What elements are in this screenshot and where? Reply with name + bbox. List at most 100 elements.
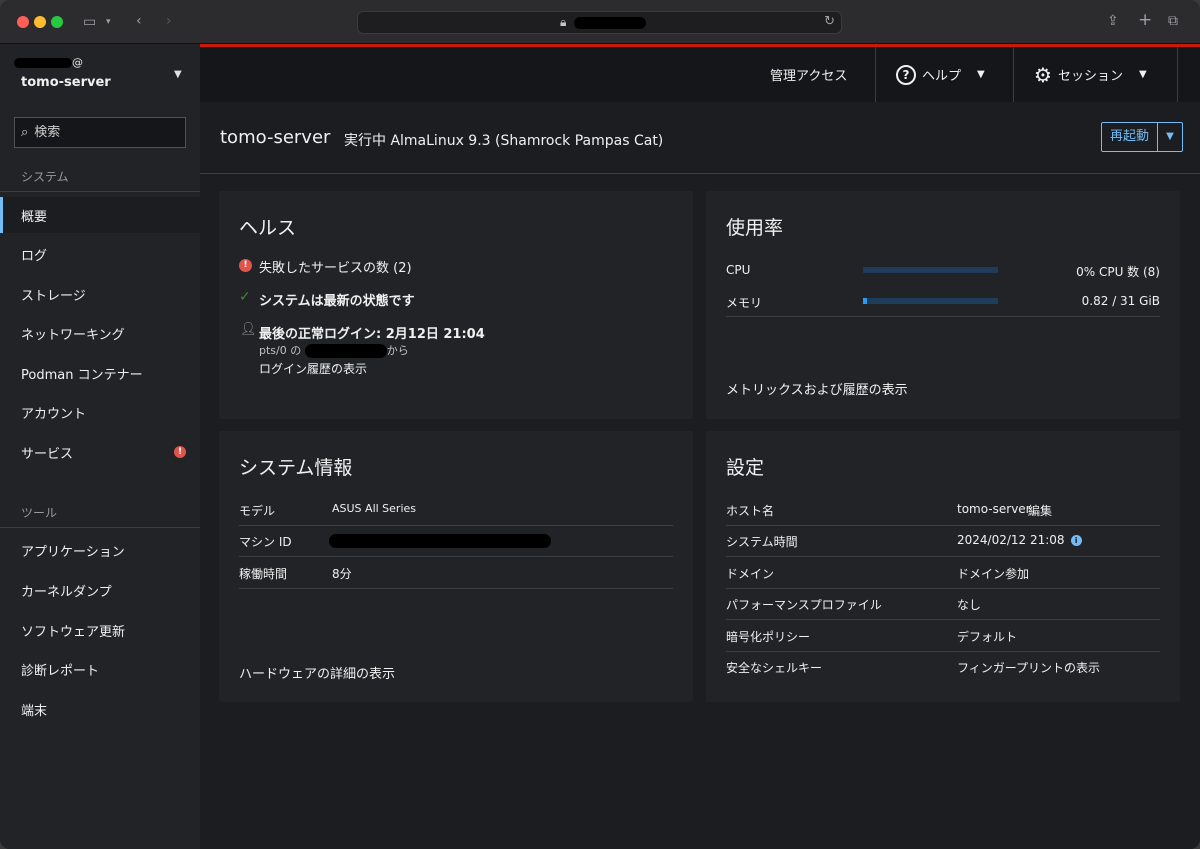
admin-access-button[interactable]: 管理アクセス	[750, 47, 867, 102]
info-icon: i	[1070, 535, 1082, 546]
login-source: pts/0 の から	[259, 342, 409, 358]
nav-item-applications[interactable]: アプリケーション	[0, 532, 200, 568]
memory-value: 0.82 / 31 GiB	[1081, 294, 1160, 308]
nav-item-podman[interactable]: Podman コンテナー	[0, 355, 200, 391]
help-icon: ?	[896, 64, 916, 85]
metrics-history-link[interactable]: メトリックスおよび履歴の表示	[726, 379, 908, 398]
browser-window: ▭ ▾ ‹ › 🔒︎ ↻ ⇪ + ⧉ @ tomo-server ▼ 管理アクセ…	[0, 0, 1200, 849]
nav-item-logs[interactable]: ログ	[0, 236, 200, 272]
divider	[726, 316, 1160, 317]
search-icon: ⌕	[21, 125, 29, 140]
divider	[0, 527, 200, 528]
tab-overview-icon[interactable]: ⧉	[1168, 13, 1178, 29]
divider	[239, 525, 673, 526]
new-tab-icon[interactable]: +	[1138, 12, 1152, 29]
nav-item-terminal[interactable]: 端末	[0, 691, 200, 727]
redacted-username	[14, 58, 72, 68]
section-label-system: システム	[21, 170, 69, 184]
nav-item-overview[interactable]: 概要	[0, 197, 200, 233]
model-label: モデル	[239, 504, 276, 518]
divider	[239, 556, 673, 557]
error-badge-icon: !	[174, 446, 186, 458]
sidebar: ⌕ システム 概要 ログ ストレージ ネットワーキング Podman コンテナー…	[0, 102, 200, 849]
nav-item-label: 概要	[21, 209, 48, 225]
login-history-link[interactable]: ログイン履歴の表示	[259, 360, 367, 377]
cpu-value: 0% CPU 数 (8)	[1076, 265, 1160, 279]
close-window-button[interactable]	[17, 16, 29, 28]
nav-item-label: ストレージ	[21, 288, 86, 304]
nav-item-services[interactable]: サービス !	[0, 434, 200, 470]
nav-item-label: カーネルダンプ	[21, 584, 112, 600]
gear-icon: ⚙	[1034, 62, 1052, 87]
reload-icon[interactable]: ↻	[824, 14, 835, 29]
chevron-down-icon[interactable]: ▾	[106, 14, 111, 30]
nav-item-software-updates[interactable]: ソフトウェア更新	[0, 612, 200, 648]
uptime-label: 稼働時間	[239, 567, 288, 581]
caret-down-icon[interactable]: ▼	[1158, 123, 1182, 151]
host-switcher[interactable]: @ tomo-server ▼	[0, 44, 200, 102]
performance-profile-label: パフォーマンスプロファイル	[726, 598, 882, 612]
sidebar-toggle-icon[interactable]: ▭	[83, 14, 96, 30]
help-menu[interactable]: ? ヘルプ ▼	[875, 47, 1014, 102]
nav-item-storage[interactable]: ストレージ	[0, 276, 200, 312]
ssh-keys-label: 安全なシェルキー	[726, 661, 823, 675]
nav-item-accounts[interactable]: アカウント	[0, 394, 200, 430]
configuration-card: 設定 ホスト名 tomo-server 編集 システム時間 2024/02/12…	[706, 431, 1180, 702]
divider	[726, 588, 1160, 589]
health-card: ヘルス ! 失敗したサービスの数 (2) ✓ システムは最新の状態です 👤︎ 最…	[219, 191, 693, 419]
performance-profile-link[interactable]: なし	[957, 596, 981, 613]
admin-access-label: 管理アクセス	[770, 69, 848, 84]
card-title: 使用率	[726, 217, 784, 239]
hostname-edit-link[interactable]: 編集	[1028, 502, 1052, 519]
session-menu[interactable]: ⚙ セッション ▼	[1013, 47, 1178, 102]
nav-item-label: ソフトウェア更新	[21, 624, 126, 640]
hostname-value: tomo-server	[957, 502, 1031, 516]
page-header: tomo-server 実行中 AlmaLinux 9.3 (Shamrock …	[200, 102, 1200, 174]
hardware-details-link[interactable]: ハードウェアの詳細の表示	[239, 663, 395, 682]
last-login: 最後の正常ログイン: 2月12日 21:04	[259, 327, 485, 342]
search-input[interactable]	[34, 125, 175, 140]
divider	[726, 556, 1160, 557]
restart-button[interactable]: 再起動	[1102, 123, 1159, 151]
help-label: ヘルプ	[922, 69, 962, 84]
share-icon[interactable]: ⇪	[1107, 13, 1119, 29]
forward-icon[interactable]: ›	[166, 13, 172, 29]
login-source-prefix: pts/0 の	[259, 344, 302, 357]
crypto-policy-link[interactable]: デフォルト	[957, 628, 1017, 645]
nav-item-diagnostic-reports[interactable]: 診断レポート	[0, 651, 200, 687]
ssh-fingerprints-link[interactable]: フィンガープリントの表示	[957, 659, 1100, 676]
cockpit-header: @ tomo-server ▼ 管理アクセス ? ヘルプ ▼ ⚙ セッション ▼	[0, 44, 1200, 102]
redacted-ip	[304, 344, 387, 358]
search-box[interactable]: ⌕	[14, 117, 186, 148]
section-label-tools: ツール	[21, 506, 58, 520]
back-icon[interactable]: ‹	[136, 13, 142, 29]
nav-item-networking[interactable]: ネットワーキング	[0, 315, 200, 351]
usage-card: 使用率 CPU 0% CPU 数 (8) メモリ 0.82 / 31 GiB メ…	[706, 191, 1180, 419]
nav-item-label: ログ	[21, 248, 48, 264]
model-value: ASUS All Series	[332, 502, 416, 515]
address-bar[interactable]: 🔒︎ ↻	[357, 11, 842, 34]
host-user: @	[14, 56, 83, 69]
redacted-url	[574, 17, 646, 29]
join-domain-link[interactable]: ドメイン参加	[957, 565, 1029, 582]
restart-split-button: 再起動 ▼	[1101, 122, 1184, 152]
host-name: tomo-server	[21, 75, 111, 90]
minimize-window-button[interactable]	[34, 16, 46, 28]
nav-item-label: アプリケーション	[21, 544, 125, 560]
lock-icon: 🔒︎	[560, 15, 567, 29]
host-user-suffix: @	[72, 56, 83, 69]
caret-down-icon: ▼	[977, 69, 985, 80]
user-icon: 👤︎	[240, 322, 257, 337]
check-icon: ✓	[239, 289, 251, 305]
failed-services-link[interactable]: 失敗したサービスの数 (2)	[259, 257, 412, 276]
machine-id-label: マシン ID	[239, 535, 292, 549]
nav-item-label: サービス	[21, 446, 74, 462]
nav-item-kdump[interactable]: カーネルダンプ	[0, 572, 200, 608]
zoom-window-button[interactable]	[51, 16, 63, 28]
page-title: tomo-server	[220, 127, 331, 148]
card-title: システム情報	[239, 457, 353, 479]
os-status: 実行中 AlmaLinux 9.3 (Shamrock Pampas Cat)	[344, 133, 664, 149]
memory-progress-fill	[863, 298, 867, 304]
system-time-link[interactable]: 2024/02/12 21:08 i	[957, 533, 1082, 547]
system-info-card: システム情報 モデル ASUS All Series マシン ID 稼働時間 8…	[219, 431, 693, 702]
